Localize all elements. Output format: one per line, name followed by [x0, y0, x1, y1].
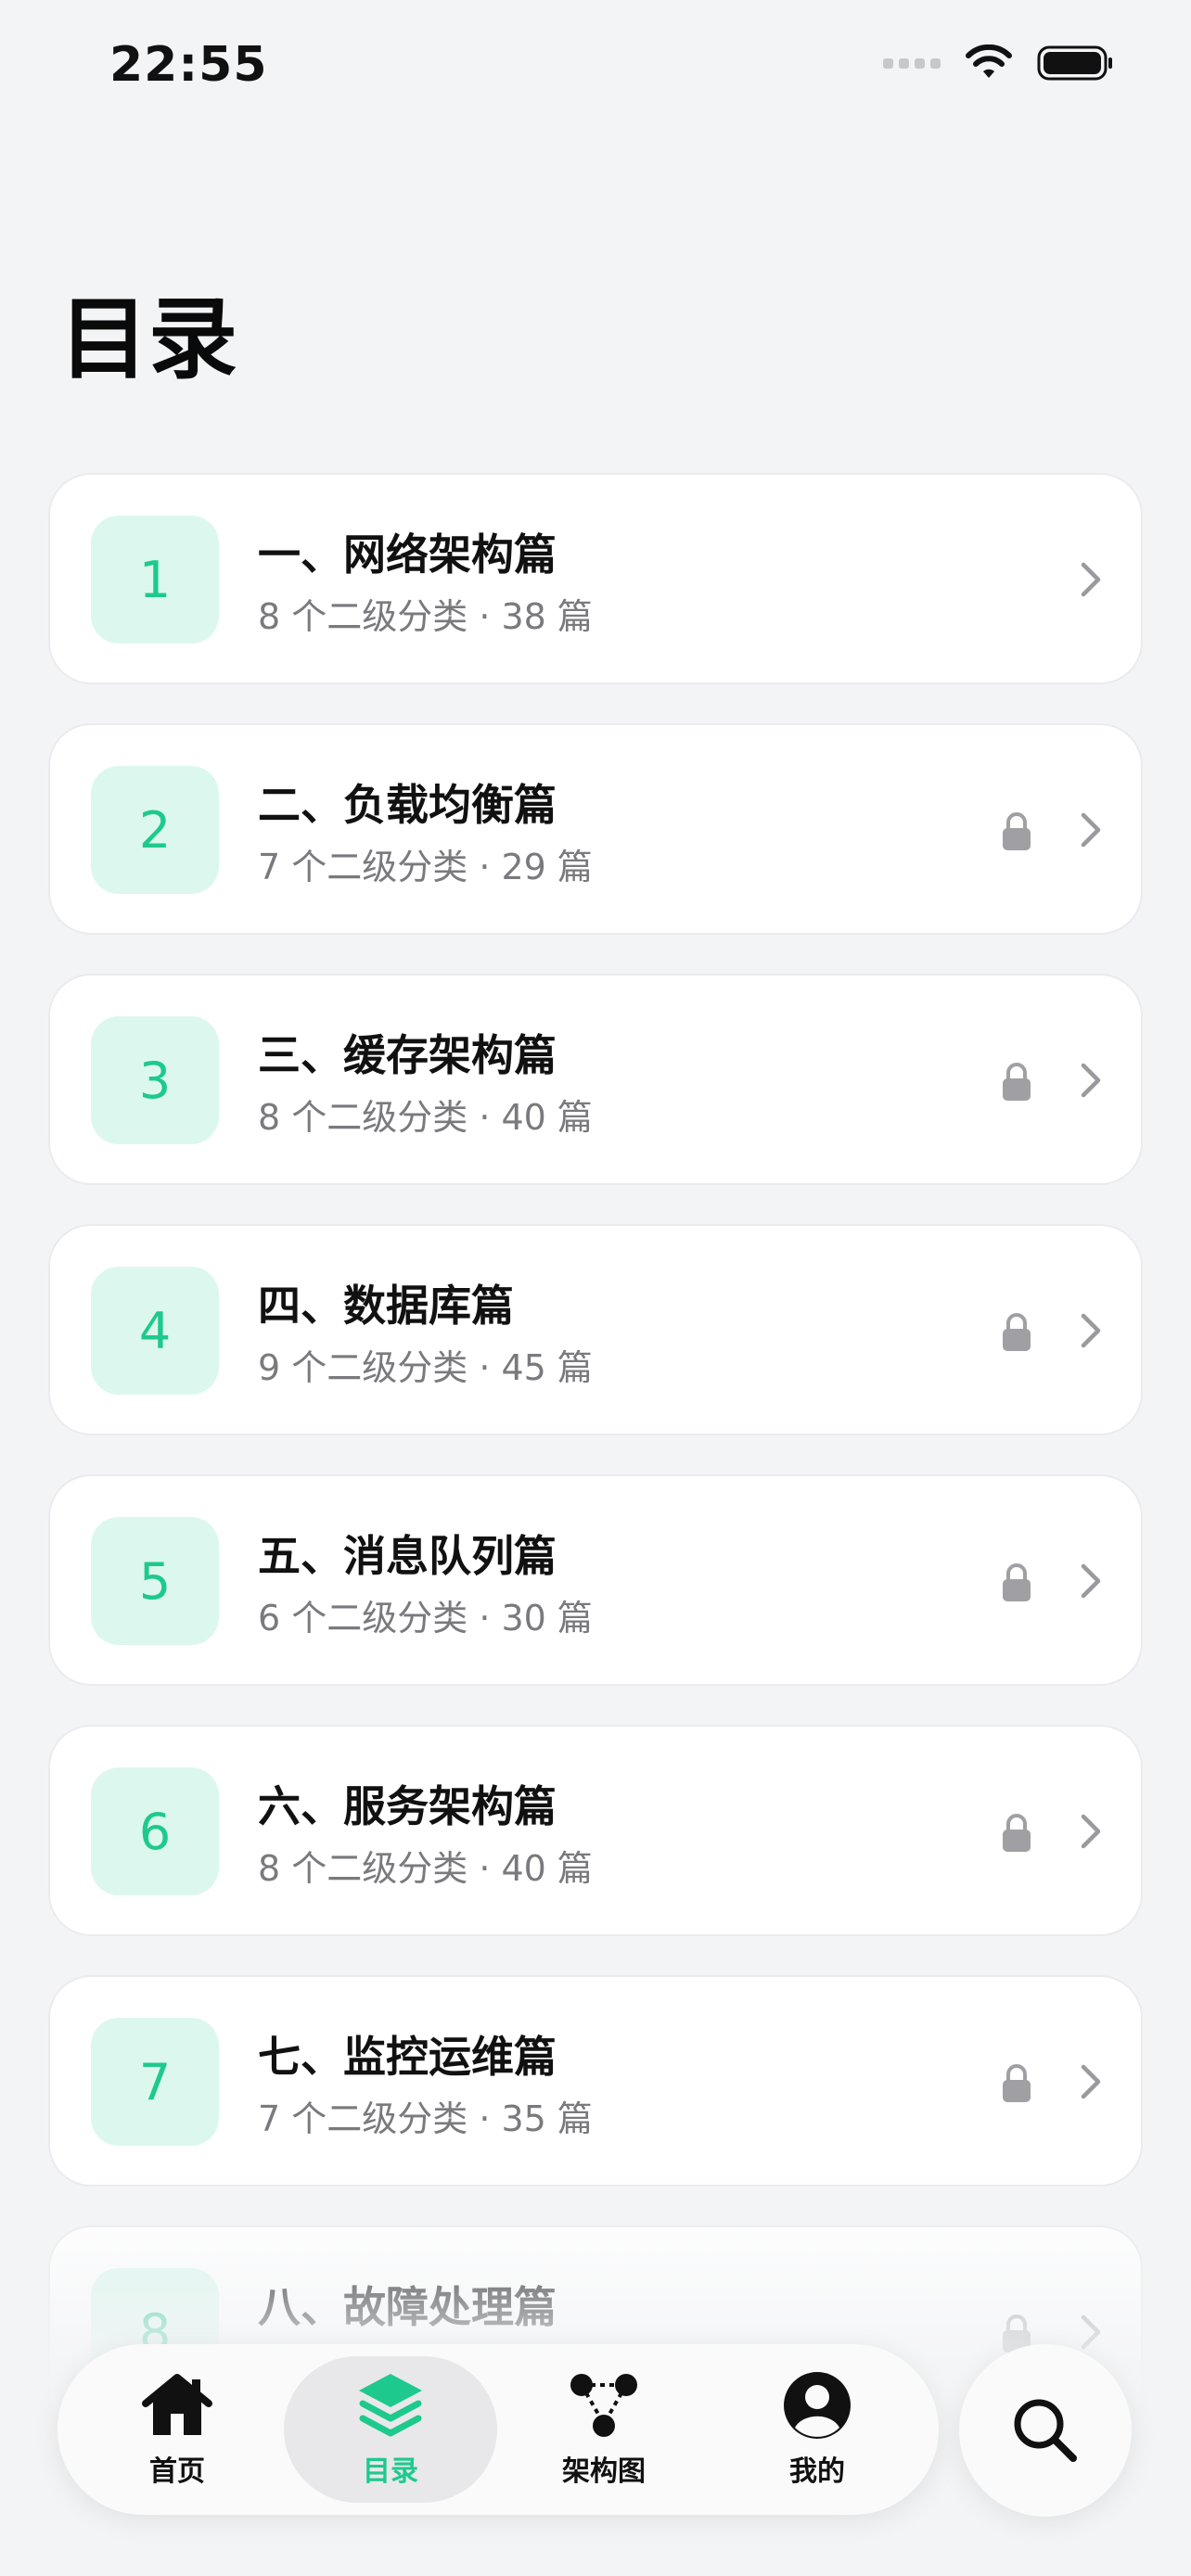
- chapter-title: 三、缓存架构篇: [258, 1030, 557, 1080]
- tab-profile[interactable]: 我的: [711, 2356, 924, 2503]
- tab-architecture[interactable]: 架构图: [497, 2356, 711, 2503]
- chapter-meta: 6 个二级分类 · 30 篇: [258, 1598, 593, 1639]
- status-icons: [883, 45, 1113, 82]
- search-button[interactable]: [959, 2344, 1132, 2517]
- wifi-icon: [966, 45, 1012, 78]
- chapter-title: 一、网络架构篇: [258, 529, 557, 580]
- chevron-right-icon: [1081, 1814, 1101, 1849]
- chapter-title: 六、服务架构篇: [258, 1781, 557, 1831]
- chapter-meta: 8 个二级分类 · 40 篇: [258, 1097, 593, 1138]
- lock-icon: [1003, 2064, 1031, 2102]
- cellular-signal-icon: [883, 57, 941, 69]
- tab-home[interactable]: 首页: [70, 2356, 284, 2503]
- chevron-right-icon: [1081, 562, 1101, 597]
- tab-architecture-label: 架构图: [562, 2455, 646, 2488]
- chapter-card-6[interactable]: 6 六、服务架构篇 8 个二级分类 · 40 篇: [48, 1725, 1143, 1936]
- page-title: 目录: [59, 287, 237, 391]
- layers-icon: [359, 2374, 422, 2437]
- diagram-icon: [570, 2374, 637, 2437]
- chapter-card-5[interactable]: 5 五、消息队列篇 6 个二级分类 · 30 篇: [48, 1474, 1143, 1686]
- chevron-right-icon: [1081, 1313, 1101, 1348]
- chevron-right-icon: [1081, 2064, 1101, 2099]
- chevron-right-icon: [1081, 1063, 1101, 1098]
- tab-catalog-label: 目录: [363, 2455, 418, 2488]
- chapter-number-badge: 4: [91, 1267, 219, 1395]
- profile-icon: [784, 2372, 851, 2439]
- chapter-meta: 7 个二级分类 · 29 篇: [258, 847, 593, 887]
- chapter-title: 四、数据库篇: [258, 1281, 514, 1331]
- lock-icon: [1003, 812, 1031, 850]
- lock-icon: [1003, 1814, 1031, 1852]
- chapter-card-7[interactable]: 7 七、监控运维篇 7 个二级分类 · 35 篇: [48, 1975, 1143, 2187]
- chevron-right-icon: [1081, 1563, 1101, 1599]
- chapter-title: 七、监控运维篇: [258, 2032, 557, 2082]
- chapter-card-1[interactable]: 1 一、网络架构篇 8 个二级分类 · 38 篇: [48, 473, 1143, 684]
- tab-profile-label: 我的: [789, 2455, 845, 2488]
- chapter-title: 二、负载均衡篇: [258, 780, 557, 830]
- lock-icon: [1003, 1313, 1031, 1351]
- chapter-number-badge: 7: [91, 2018, 219, 2146]
- status-bar: 22:55: [0, 0, 1191, 139]
- chapter-meta: 8 个二级分类 · 40 篇: [258, 1848, 593, 1889]
- battery-icon: [1037, 45, 1112, 81]
- chapter-number-badge: 1: [91, 516, 219, 644]
- chapter-number-badge: 5: [91, 1517, 219, 1645]
- tab-home-label: 首页: [149, 2455, 205, 2488]
- chevron-right-icon: [1081, 812, 1101, 848]
- status-time: 22:55: [109, 37, 268, 93]
- chapter-card-2[interactable]: 2 二、负载均衡篇 7 个二级分类 · 29 篇: [48, 723, 1143, 935]
- tab-bar: 首页 目录 架构图 我的: [58, 2344, 939, 2515]
- lock-icon: [1003, 1063, 1031, 1101]
- chapter-number-badge: 3: [91, 1016, 219, 1144]
- chapter-number-badge: 2: [91, 766, 219, 894]
- chapter-meta: 7 个二级分类 · 35 篇: [258, 2098, 593, 2139]
- chapter-list: 1 一、网络架构篇 8 个二级分类 · 38 篇 2 二、负载均衡篇 7 个二级…: [48, 473, 1143, 2476]
- chapter-number-badge: 6: [91, 1767, 219, 1895]
- home-icon: [142, 2374, 212, 2435]
- chapter-meta: 8 个二级分类 · 38 篇: [258, 596, 593, 637]
- chapter-card-4[interactable]: 4 四、数据库篇 9 个二级分类 · 45 篇: [48, 1224, 1143, 1435]
- chapter-meta: 9 个二级分类 · 45 篇: [258, 1347, 593, 1388]
- chapter-title: 五、消息队列篇: [258, 1531, 557, 1581]
- search-icon: [1014, 2399, 1077, 2462]
- tab-catalog[interactable]: 目录: [284, 2356, 497, 2503]
- lock-icon: [1003, 1563, 1031, 1601]
- chapter-card-3[interactable]: 3 三、缓存架构篇 8 个二级分类 · 40 篇: [48, 974, 1143, 1185]
